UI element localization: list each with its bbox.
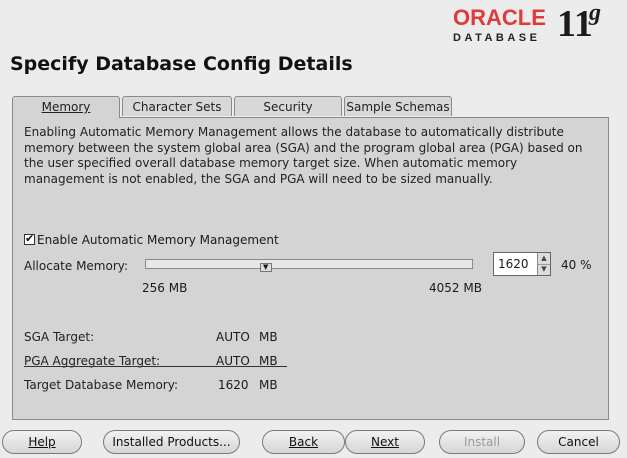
slider-min-label: 256 MB	[142, 281, 188, 295]
next-button-label: Next	[371, 435, 399, 449]
help-button[interactable]: Help	[2, 430, 82, 454]
back-button-label: Back	[288, 435, 319, 449]
tab-security-label: Security	[263, 100, 313, 114]
install-button-label: Install	[463, 435, 501, 449]
logo-version-suffix: g	[589, 0, 601, 26]
cancel-button-label: Cancel	[558, 435, 599, 449]
sga-target-label: SGA Target:	[24, 330, 95, 344]
help-button-label: Help	[28, 435, 56, 449]
tab-memory-label: Memory	[41, 100, 91, 114]
tab-security[interactable]: Security	[234, 96, 342, 116]
sga-target-value: AUTO	[216, 330, 250, 344]
page-title: Specify Database Config Details	[10, 53, 353, 75]
next-button[interactable]: Next	[345, 430, 425, 454]
logo-oracle-text: ORACLE	[453, 5, 546, 30]
allocate-memory-spinner[interactable]: 1620 ▲ ▼	[493, 252, 551, 276]
enable-amm-checkbox[interactable]: ✔	[24, 232, 35, 245]
spinner-buttons: ▲ ▼	[537, 253, 550, 275]
target-db-memory-label: Target Database Memory:	[24, 378, 178, 392]
tab-character-sets[interactable]: Character Sets	[122, 96, 232, 116]
logo-database-text: DATABASE	[453, 32, 541, 44]
memory-slider-track[interactable]	[145, 259, 473, 269]
allocate-memory-value[interactable]: 1620	[498, 257, 529, 271]
spinner-down-icon[interactable]: ▼	[538, 264, 550, 275]
install-button[interactable]: Install	[439, 430, 525, 454]
sga-target-unit: MB	[259, 330, 278, 344]
installed-products-button[interactable]: Installed Products...	[103, 430, 240, 454]
enable-amm-row: ✔ Enable Automatic Memory Management	[24, 232, 279, 247]
target-db-memory-unit: MB	[259, 378, 278, 392]
logo-version-number: 11	[557, 3, 593, 45]
oracle-logo: ORACLE DATABASE 11 g	[451, 0, 621, 48]
tab-memory[interactable]: Memory	[12, 96, 120, 118]
back-button[interactable]: Back	[262, 430, 345, 454]
memory-description: Enabling Automatic Memory Management all…	[24, 125, 583, 186]
tab-character-sets-label: Character Sets	[132, 100, 222, 114]
tab-sample-schemas-label: Sample Schemas	[346, 100, 450, 114]
enable-amm-label: Enable Automatic Memory Management	[37, 233, 279, 247]
installed-products-button-label: Installed Products...	[112, 435, 231, 449]
tab-sample-schemas[interactable]: Sample Schemas	[344, 96, 452, 116]
checkmark-icon: ✔	[25, 232, 35, 245]
pga-divider	[24, 366, 287, 367]
cancel-button[interactable]: Cancel	[537, 430, 620, 454]
allocate-memory-label: Allocate Memory:	[24, 259, 129, 273]
memory-percent: 40 %	[561, 258, 592, 272]
memory-slider-thumb[interactable]: ▼	[260, 263, 272, 272]
memory-panel: Enabling Automatic Memory Management all…	[12, 117, 609, 420]
target-db-memory-value: 1620	[218, 378, 249, 392]
slider-max-label: 4052 MB	[429, 281, 482, 295]
slider-arrow-icon: ▼	[263, 263, 269, 271]
